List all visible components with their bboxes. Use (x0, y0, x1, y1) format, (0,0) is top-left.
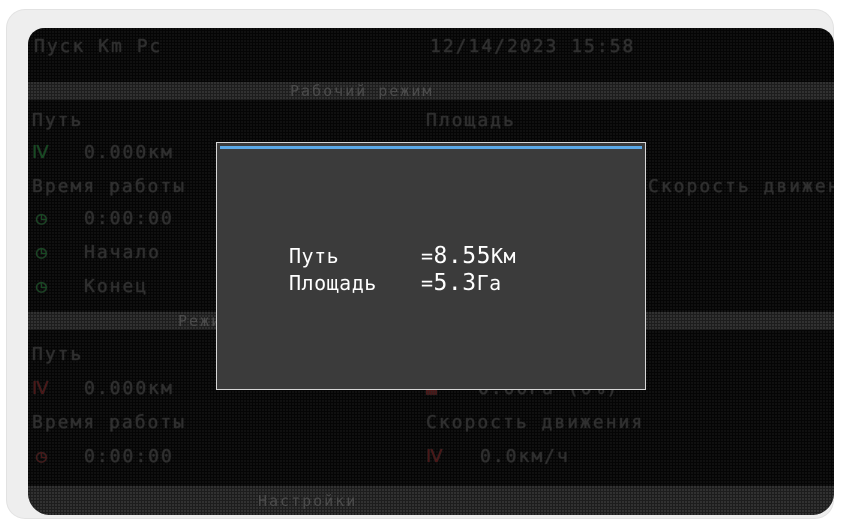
dialog-area-row: Площадь =5.3Га (289, 270, 502, 296)
end-icon: ◷ (36, 276, 49, 297)
footer-bar-title: Настройки (258, 492, 358, 510)
path-label: Путь (32, 110, 84, 131)
path-icon: Ⅳ (32, 142, 51, 163)
bottom-speed-label: Скорость движения (426, 412, 645, 433)
dialog-path-eq: = (421, 244, 434, 268)
dialog-path-label: Путь (289, 244, 340, 268)
header-left-text: Пуск Km Pc (34, 36, 163, 57)
section-bar-work-mode: Рабочий режим (28, 82, 834, 100)
bottom-path-value: 0.000км (84, 378, 174, 399)
area-label: Площадь (426, 110, 516, 131)
speed-label-top: Скорость движения (648, 176, 834, 197)
dialog-path-value: 8.55 (433, 243, 491, 269)
bottom-clock-icon: ◷ (36, 446, 49, 467)
bottom-speed-value: 0.0км/ч (480, 446, 570, 467)
end-label: Конец (84, 276, 149, 297)
path-value: 0.000км (84, 142, 174, 163)
start-label: Начало (84, 242, 162, 263)
bottom-path-icon: Ⅳ (32, 378, 51, 399)
work-time-label: Время работы (32, 176, 187, 197)
dialog-path-row: Путь =8.55Км (289, 243, 516, 269)
start-icon: ◷ (36, 242, 49, 263)
dialog-area-label: Площадь (289, 271, 377, 295)
dialog-area-value: 5.3 (433, 270, 477, 296)
bottom-work-time-value: 0:00:00 (84, 446, 174, 467)
section-bar-work-mode-title: Рабочий режим (290, 82, 434, 100)
result-dialog[interactable]: Путь =8.55Км Площадь =5.3Га (216, 142, 646, 390)
dialog-path-unit: Км (490, 244, 517, 268)
dialog-area-eq: = (421, 271, 434, 295)
clock-icon: ◷ (36, 208, 49, 229)
footer-bar[interactable]: Настройки (28, 486, 834, 515)
bottom-work-time-label: Время работы (32, 412, 187, 433)
dialog-area-unit: Га (476, 271, 502, 295)
work-time-value: 0:00:00 (84, 208, 174, 229)
bottom-path-label: Путь (32, 344, 84, 365)
dialog-accent-line (220, 146, 642, 149)
speedometer-icon: Ⅳ (426, 446, 445, 467)
header-datetime: 12/14/2023 15:58 (430, 36, 636, 57)
